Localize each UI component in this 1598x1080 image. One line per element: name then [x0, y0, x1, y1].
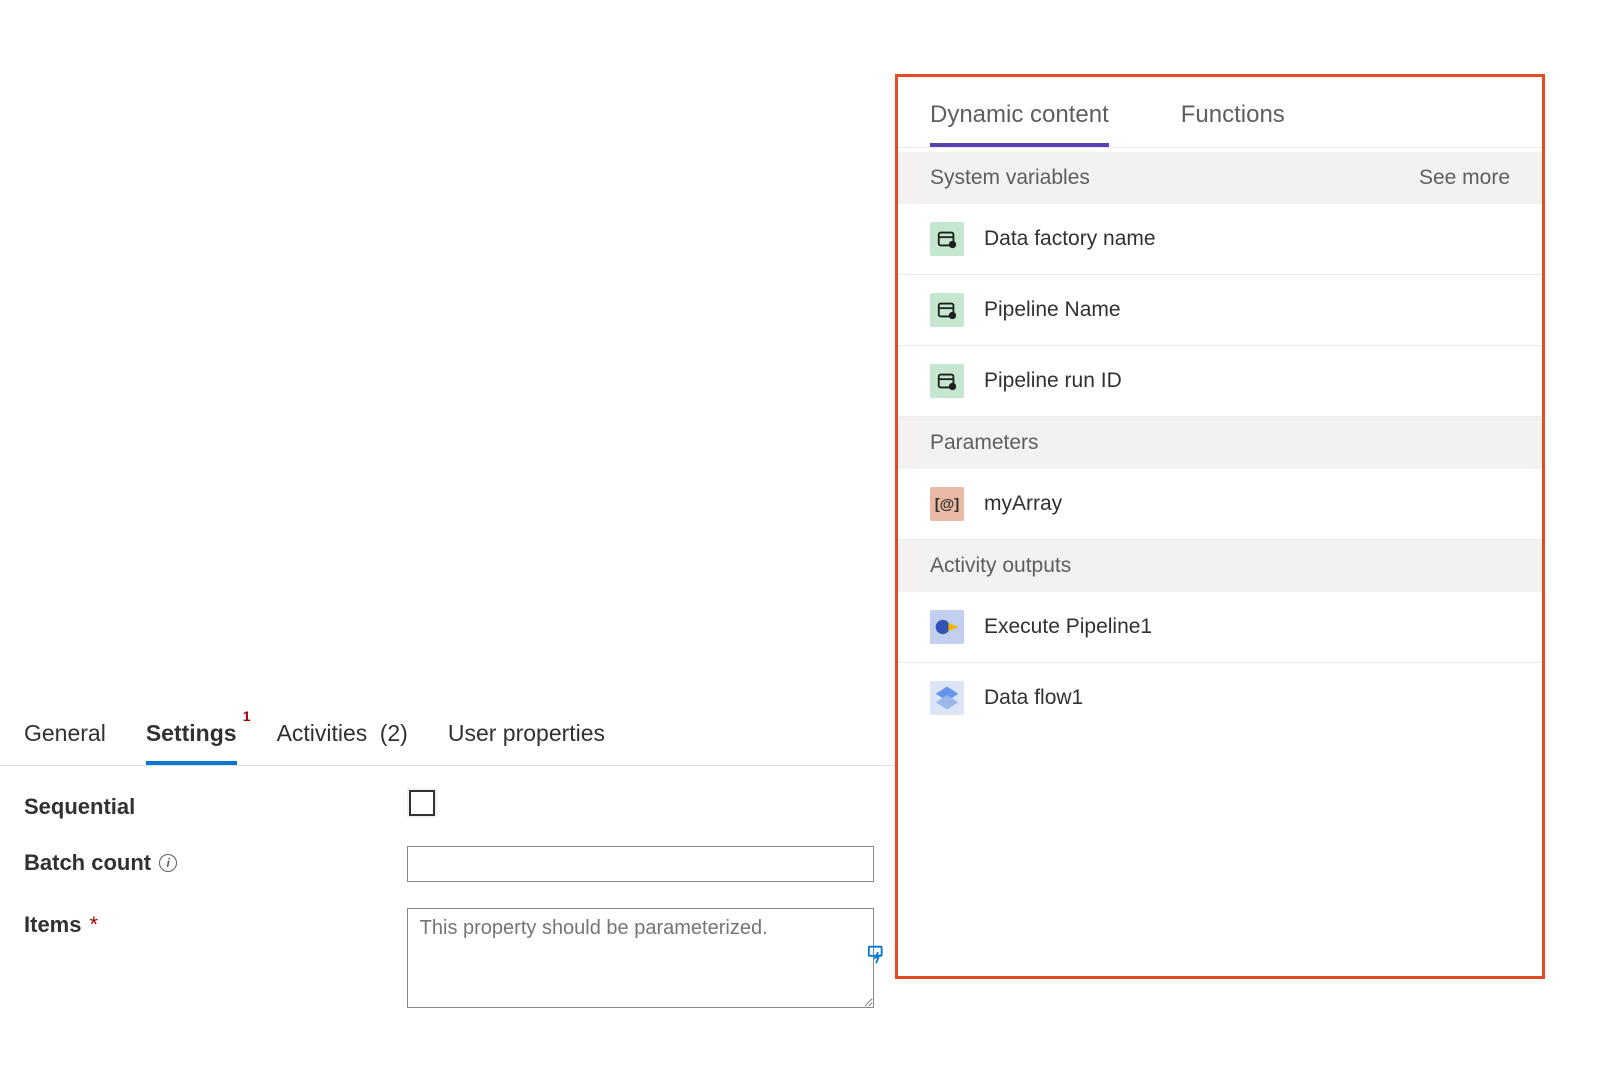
label-sequential: Sequential — [24, 790, 409, 820]
output-label: Execute Pipeline1 — [984, 615, 1152, 639]
section-parameters-label: Parameters — [930, 431, 1039, 455]
settings-panel: General Settings 1 Activities (2) User p… — [0, 0, 895, 1080]
dc-tab-dynamic-label: Dynamic content — [930, 101, 1109, 128]
sysvar-item-pipeline-run-id[interactable]: Pipeline run ID — [898, 346, 1542, 417]
section-parameters: Parameters — [898, 417, 1542, 469]
section-system-variables: System variables See more — [898, 152, 1542, 204]
datasource-icon — [930, 293, 964, 327]
dc-tab-functions-label: Functions — [1181, 101, 1285, 128]
output-item-execute-pipeline1[interactable]: Execute Pipeline1 — [898, 592, 1542, 663]
datasource-icon — [930, 364, 964, 398]
dc-tab-functions[interactable]: Functions — [1181, 101, 1285, 147]
textarea-items[interactable] — [407, 908, 874, 1008]
param-label: myArray — [984, 492, 1062, 516]
tab-settings-badge: 1 — [243, 708, 251, 724]
output-label: Data flow1 — [984, 686, 1083, 710]
dataflow-icon — [930, 681, 964, 715]
tab-activities-label: Activities — [277, 720, 368, 746]
label-batch-count-text: Batch count — [24, 850, 151, 876]
add-dynamic-content-button[interactable] — [862, 938, 894, 970]
output-item-data-flow1[interactable]: Data flow1 — [898, 663, 1542, 733]
tab-activities-count: (2) — [380, 720, 408, 746]
row-items: Items * — [24, 908, 874, 1008]
parameter-icon: [@] — [930, 487, 964, 521]
datasource-icon — [930, 222, 964, 256]
label-sequential-text: Sequential — [24, 794, 135, 820]
input-batch-count[interactable] — [407, 846, 874, 882]
label-items: Items * — [24, 908, 407, 938]
sysvar-label: Data factory name — [984, 227, 1156, 251]
sysvar-item-pipeline-name[interactable]: Pipeline Name — [898, 275, 1542, 346]
sysvar-item-data-factory-name[interactable]: Data factory name — [898, 204, 1542, 275]
tab-activities[interactable]: Activities (2) — [277, 710, 408, 765]
tab-user-properties-label: User properties — [448, 720, 605, 746]
sysvar-label: Pipeline Name — [984, 298, 1121, 322]
checkbox-sequential[interactable] — [409, 790, 435, 816]
lightning-icon — [867, 943, 889, 965]
sysvar-label: Pipeline run ID — [984, 369, 1122, 393]
link-see-more[interactable]: See more — [1419, 166, 1510, 190]
section-activity-outputs: Activity outputs — [898, 540, 1542, 592]
section-activity-outputs-label: Activity outputs — [930, 554, 1071, 578]
tabstrip: General Settings 1 Activities (2) User p… — [0, 710, 895, 766]
execute-pipeline-icon — [930, 610, 964, 644]
tab-user-properties[interactable]: User properties — [448, 710, 605, 765]
section-system-variables-label: System variables — [930, 166, 1090, 190]
required-asterisk: * — [89, 912, 98, 938]
dc-tab-dynamic[interactable]: Dynamic content — [930, 101, 1109, 147]
tab-settings-label: Settings — [146, 720, 237, 746]
info-icon[interactable]: i — [159, 854, 177, 872]
dynamic-content-panel: Dynamic content Functions System variabl… — [895, 74, 1545, 979]
settings-form: Sequential Batch count i Items * — [24, 790, 874, 1034]
tab-general[interactable]: General — [24, 710, 106, 765]
tab-settings[interactable]: Settings 1 — [146, 710, 237, 765]
row-sequential: Sequential — [24, 790, 874, 820]
param-item-myarray[interactable]: [@] myArray — [898, 469, 1542, 540]
label-items-text: Items — [24, 912, 81, 938]
row-batch-count: Batch count i — [24, 846, 874, 882]
label-batch-count: Batch count i — [24, 846, 407, 876]
dc-tabstrip: Dynamic content Functions — [898, 77, 1542, 148]
tab-general-label: General — [24, 720, 106, 746]
